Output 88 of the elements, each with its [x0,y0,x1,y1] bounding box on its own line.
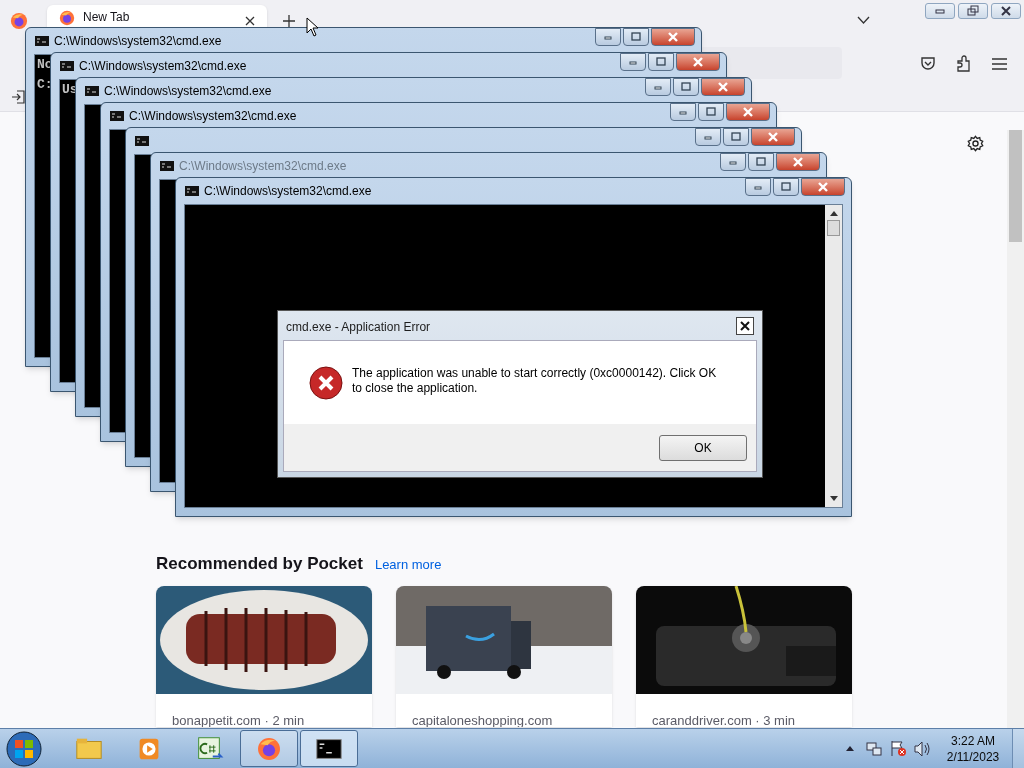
minimize-button[interactable] [745,178,771,196]
article-source: bonappetit.com · 2 min [171,712,306,727]
tab-title: New Tab [83,9,131,26]
minimize-button[interactable] [645,78,671,96]
maximize-icon [680,81,692,93]
restore-icon [967,5,979,17]
article-card[interactable]: capitaloneshopping.com [396,586,612,727]
ok-button[interactable]: OK [659,435,747,461]
start-button[interactable] [6,731,42,767]
close-icon [767,131,779,143]
window-title: C:\Windows\system32\cmd.exe [129,108,297,125]
settings-icon[interactable] [967,135,984,152]
close-icon [1000,5,1012,17]
section-heading: Recommended by Pocket [156,553,363,575]
maximize-button[interactable] [673,78,699,96]
close-button[interactable] [736,317,754,335]
maximize-icon [630,31,642,43]
maximize-icon [755,156,767,168]
learn-more-link[interactable]: Learn more [374,555,442,575]
flag-icon[interactable] [890,740,907,757]
console-icon [35,36,49,46]
minimize-button[interactable] [720,153,746,171]
close-icon [692,56,704,68]
error-message: The application was unable to start correctly (0xc0000142). Click OK to close the application. [352,366,718,397]
article-source: caranddriver.com · 3 min [651,712,797,727]
maximize-button[interactable] [773,178,799,196]
console-icon [110,111,124,121]
window-title: C:\Windows\system32\cmd.exe [204,183,372,200]
window-title: C:\Windows\system32\cmd.exe [79,58,247,75]
taskbar-button[interactable] [300,730,358,767]
network-icon[interactable] [866,741,882,757]
maximize-button[interactable] [648,53,674,71]
close-icon [740,321,750,331]
maximize-button[interactable] [623,28,649,46]
clock-time[interactable]: 3:22 AM [951,733,995,749]
scroll-down-icon[interactable] [829,496,838,501]
pocket-icon[interactable] [920,55,936,71]
clock-date[interactable]: 2/11/2023 [946,749,1000,765]
console-icon [135,136,149,146]
close-icon [667,31,679,43]
article-card[interactable]: caranddriver.com · 3 min [636,586,852,727]
chevron-down-icon[interactable] [857,16,870,24]
maximize-icon [780,181,792,193]
minimize-button[interactable] [620,53,646,71]
console-icon [60,61,74,71]
scrollbar-thumb[interactable] [1009,130,1022,242]
menu-icon[interactable] [992,58,1007,70]
console-scrollbar[interactable] [825,205,842,507]
console-text: C: [37,77,53,93]
close-icon [742,106,754,118]
scroll-up-icon[interactable] [829,211,838,216]
puzzle-piece-icon[interactable] [956,55,972,73]
maximize-icon [655,56,667,68]
close-icon[interactable] [245,16,255,26]
plus-icon[interactable] [283,15,295,27]
browser-tab[interactable]: New Tab [47,5,267,27]
firefox-logo-icon [59,10,75,26]
maximize-button[interactable] [723,128,749,146]
close-icon [717,81,729,93]
dialog-title: cmd.exe - Application Error [286,319,431,336]
error-icon [309,366,343,400]
console-icon [185,186,199,196]
close-icon [792,156,804,168]
speaker-icon[interactable] [914,741,931,757]
window-title: C:\Windows\system32\cmd.exe [104,83,272,100]
article-source: capitaloneshopping.com [411,712,554,727]
minimize-button[interactable] [925,3,955,19]
article-card[interactable]: bonappetit.com · 2 min [156,586,372,727]
firefox-logo-icon [10,12,28,30]
page-scrollbar[interactable] [1007,130,1024,728]
minimize-button[interactable] [695,128,721,146]
sign-in-icon[interactable] [11,90,25,104]
console-icon [160,161,174,171]
minimize-button[interactable] [670,103,696,121]
maximize-button[interactable] [698,103,724,121]
maximize-button[interactable] [748,153,774,171]
minimize-button[interactable] [595,28,621,46]
window-title: C:\Windows\system32\cmd.exe [179,158,347,175]
window-title: C:\Windows\system32\cmd.exe [54,33,222,50]
maximize-icon [705,106,717,118]
restore-button[interactable] [958,3,988,19]
close-button[interactable] [991,3,1021,19]
scrollbar-thumb[interactable] [827,220,840,236]
mouse-cursor-icon [306,17,319,37]
close-icon [817,181,829,193]
show-hidden-icons-icon[interactable] [846,746,854,751]
console-icon [85,86,99,96]
maximize-icon [730,131,742,143]
